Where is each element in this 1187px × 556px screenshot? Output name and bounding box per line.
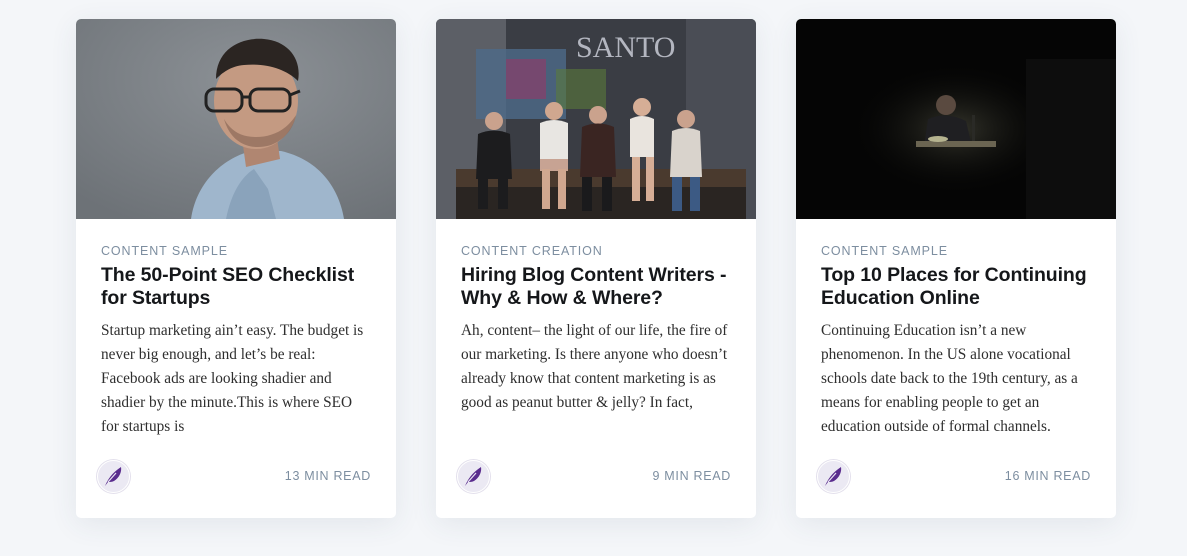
post-footer: 9 MIN READ bbox=[457, 460, 731, 493]
svg-text:SANTO: SANTO bbox=[576, 31, 675, 64]
post-tag[interactable]: CONTENT SAMPLE bbox=[821, 243, 1091, 259]
author-avatar[interactable] bbox=[457, 460, 490, 493]
post-image-portrait[interactable] bbox=[76, 19, 396, 219]
post-excerpt: Continuing Education isn’t a new phenome… bbox=[821, 322, 1078, 435]
quill-feather-icon bbox=[105, 467, 122, 486]
post-image-dark-room[interactable] bbox=[796, 19, 1116, 219]
author-avatar[interactable] bbox=[97, 460, 130, 493]
reading-time: 16 MIN READ bbox=[1004, 469, 1091, 483]
post-excerpt: Startup marketing ain’t easy. The budget… bbox=[101, 322, 364, 435]
quill-feather-icon bbox=[825, 467, 842, 486]
reading-time: 9 MIN READ bbox=[652, 469, 731, 483]
author-avatar[interactable] bbox=[817, 460, 850, 493]
post-footer: 13 MIN READ bbox=[97, 460, 371, 493]
post-tag[interactable]: CONTENT SAMPLE bbox=[101, 243, 371, 259]
post-title[interactable]: The 50-Point SEO Checklist for Startups bbox=[101, 264, 371, 310]
post-title[interactable]: Top 10 Places for Continuing Education O… bbox=[821, 264, 1091, 310]
post-card[interactable]: SANTO CONTENT CREATION Hiring Blog Conte… bbox=[436, 19, 756, 518]
post-excerpt: Ah, content– the light of our life, the … bbox=[461, 322, 728, 411]
post-card[interactable]: CONTENT SAMPLE Top 10 Places for Continu… bbox=[796, 19, 1116, 518]
quill-feather-icon bbox=[465, 467, 482, 486]
reading-time: 13 MIN READ bbox=[284, 469, 371, 483]
post-card[interactable]: CONTENT SAMPLE The 50-Point SEO Checklis… bbox=[76, 19, 396, 518]
post-image-group[interactable]: SANTO bbox=[436, 19, 756, 219]
post-tag[interactable]: CONTENT CREATION bbox=[461, 243, 731, 259]
post-title[interactable]: Hiring Blog Content Writers - Why & How … bbox=[461, 264, 731, 310]
post-footer: 16 MIN READ bbox=[817, 460, 1091, 493]
